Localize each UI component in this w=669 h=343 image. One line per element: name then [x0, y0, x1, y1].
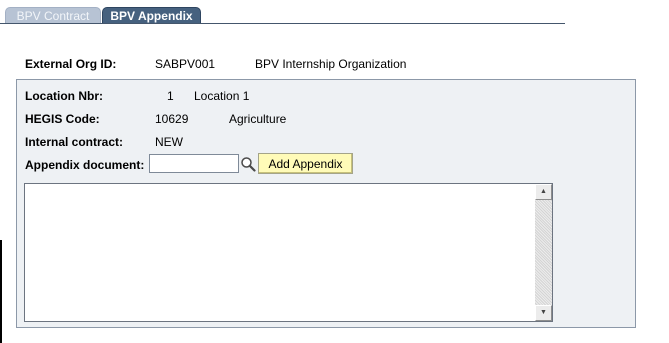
- scroll-down-arrow-icon[interactable]: ▼: [535, 305, 552, 321]
- appendix-document-input[interactable]: [149, 154, 239, 173]
- magnifier-lookup-icon[interactable]: [240, 156, 256, 172]
- appendix-notes-textarea[interactable]: [25, 184, 535, 321]
- scrollbar-track[interactable]: [535, 200, 552, 305]
- internal-contract-label: Internal contract:: [25, 135, 124, 149]
- tab-bpv-contract[interactable]: BPV Contract: [5, 7, 101, 24]
- appendix-document-label: Appendix document:: [25, 158, 145, 172]
- external-org-id-label: External Org ID:: [25, 57, 117, 71]
- hegis-code-value: 10629: [155, 112, 189, 126]
- vertical-scrollbar[interactable]: ▲ ▼: [535, 184, 552, 321]
- page-edge-marker: [0, 240, 2, 343]
- external-org-id-value: SABPV001: [155, 57, 216, 71]
- appendix-notes-box: ▲ ▼: [24, 183, 553, 322]
- scroll-up-arrow-icon[interactable]: ▲: [535, 184, 552, 200]
- location-name: Location 1: [194, 89, 250, 103]
- tab-bpv-appendix[interactable]: BPV Appendix: [102, 7, 201, 24]
- add-appendix-button[interactable]: Add Appendix: [258, 153, 353, 174]
- hegis-code-label: HEGIS Code:: [25, 112, 100, 126]
- tab-divider: [0, 23, 565, 24]
- internal-contract-value: NEW: [155, 135, 183, 149]
- location-nbr-value: 1: [167, 89, 174, 103]
- location-nbr-label: Location Nbr:: [25, 89, 103, 103]
- org-name: BPV Internship Organization: [255, 57, 407, 71]
- hegis-name: Agriculture: [229, 112, 287, 126]
